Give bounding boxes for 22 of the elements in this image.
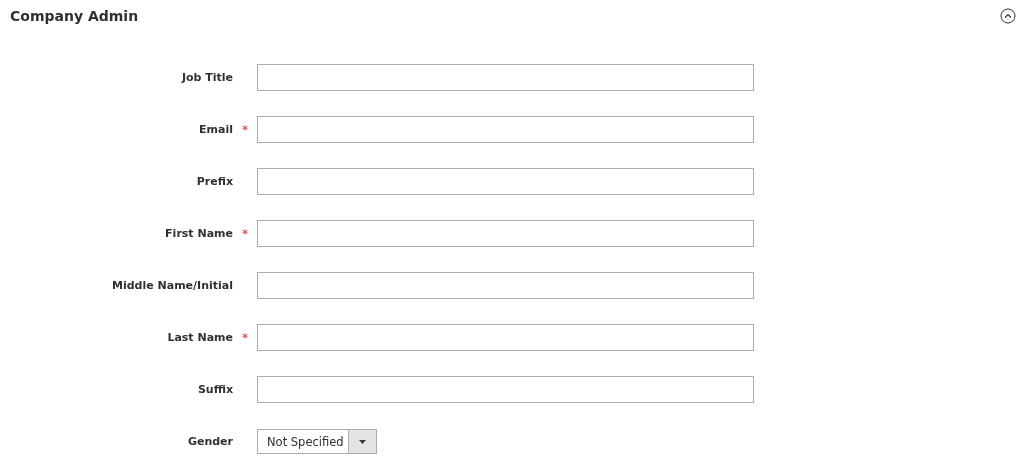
field-label: Job Title <box>181 71 233 84</box>
field-label: First Name <box>165 227 233 240</box>
required-mark: * <box>241 330 249 345</box>
required-mark: * <box>241 226 249 241</box>
collapse-icon[interactable] <box>1000 8 1016 24</box>
field-label: Prefix <box>196 175 233 188</box>
required-mark: * <box>241 122 249 137</box>
field-label: Last Name <box>167 331 233 344</box>
section-title: Company Admin <box>10 8 139 24</box>
field-label: Gender <box>187 435 233 448</box>
field-label: Suffix <box>197 383 233 396</box>
input-field[interactable] <box>257 272 754 299</box>
field-label: Email <box>199 123 233 136</box>
input-field[interactable] <box>257 168 754 195</box>
input-field[interactable] <box>257 324 754 351</box>
caret-icon <box>359 439 366 444</box>
select-dropdown[interactable]: Not Specified <box>257 429 377 454</box>
input-field[interactable] <box>257 220 754 247</box>
input-field[interactable] <box>257 376 754 403</box>
input-field[interactable] <box>257 116 754 143</box>
input-field[interactable] <box>257 64 754 91</box>
field-label: Middle Name/Initial <box>112 279 233 292</box>
